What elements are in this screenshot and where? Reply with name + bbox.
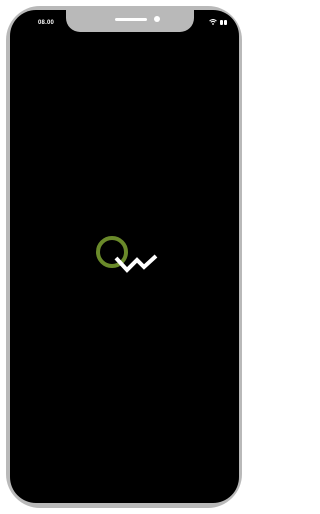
wifi-icon	[209, 19, 217, 25]
phone-screen: 08.00	[10, 10, 239, 503]
qw-logo-icon	[94, 234, 162, 286]
status-time: 08.00	[38, 20, 55, 26]
camera-icon	[154, 16, 160, 22]
battery-icon	[220, 19, 227, 25]
speaker-icon	[115, 18, 147, 21]
status-icons	[209, 19, 227, 25]
notch	[66, 10, 194, 32]
